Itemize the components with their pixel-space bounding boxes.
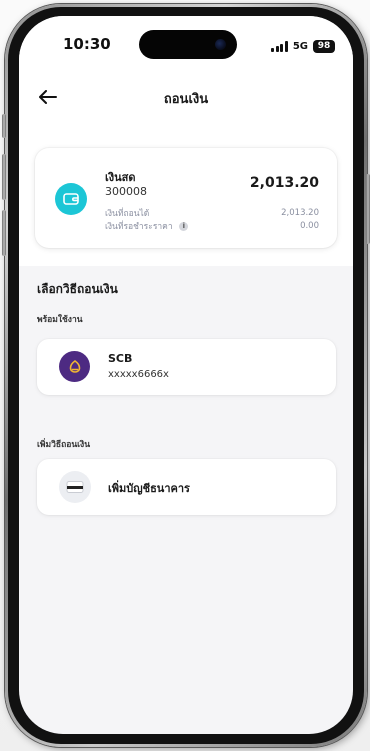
wallet-icon bbox=[55, 183, 87, 215]
withdrawable-value: 2,013.20 bbox=[281, 207, 319, 218]
pending-value: 0.00 bbox=[300, 220, 319, 231]
page-title: ถอนเงิน bbox=[163, 92, 209, 107]
phone-bezel: 10:30 5G 98 ถอนเงิน เงินสด 300008 2,013.… bbox=[8, 7, 364, 744]
silent-switch bbox=[2, 114, 6, 138]
info-icon[interactable]: i bbox=[179, 221, 189, 231]
account-name: เงินสด bbox=[105, 171, 136, 184]
dynamic-island bbox=[139, 30, 237, 59]
ready-label: พร้อมใช้งาน bbox=[37, 315, 83, 325]
volume-up-button bbox=[2, 154, 6, 200]
add-bank-label: เพิ่มบัญชีธนาคาร bbox=[108, 482, 190, 495]
add-bank-account-card[interactable]: เพิ่มบัญชีธนาคาร bbox=[37, 459, 336, 515]
withdrawable-label: เงินที่ถอนได้ bbox=[105, 208, 150, 219]
bank-account-number: xxxxx6666x bbox=[108, 369, 169, 380]
header-section: ถอนเงิน เงินสด 300008 2,013.20 เงินที่ถอ… bbox=[19, 68, 353, 266]
volume-down-button bbox=[2, 210, 6, 256]
battery-icon: 98 bbox=[313, 39, 335, 53]
status-bar: 10:30 5G 98 bbox=[19, 16, 353, 68]
scb-account-card[interactable]: SCB xxxxx6666x bbox=[37, 339, 336, 395]
scb-logo-icon bbox=[59, 351, 90, 382]
withdrawable-row: เงินที่ถอนได้ 2,013.20 bbox=[105, 206, 319, 219]
account-number: 300008 bbox=[105, 185, 147, 198]
camera-icon bbox=[215, 39, 226, 50]
network-label: 5G bbox=[292, 40, 308, 52]
power-button bbox=[366, 174, 370, 244]
add-method-label: เพิ่มวิธีถอนเงิน bbox=[37, 440, 91, 450]
status-indicators: 5G 98 bbox=[271, 39, 335, 53]
status-time: 10:30 bbox=[63, 35, 111, 53]
signal-icon bbox=[271, 40, 288, 52]
pending-label-wrap: เงินที่รอชำระราคา i bbox=[105, 219, 189, 233]
bank-name: SCB bbox=[108, 352, 133, 365]
balance-amount: 2,013.20 bbox=[249, 175, 319, 191]
balance-card: เงินสด 300008 2,013.20 เงินที่ถอนได้ 2,0… bbox=[35, 148, 337, 248]
pending-row: เงินที่รอชำระราคา i 0.00 bbox=[105, 219, 319, 232]
phone-frame: 10:30 5G 98 ถอนเงิน เงินสด 300008 2,013.… bbox=[2, 4, 370, 747]
methods-heading: เลือกวิธีถอนเงิน bbox=[37, 282, 118, 296]
bank-card-icon bbox=[59, 471, 91, 503]
pending-label: เงินที่รอชำระราคา bbox=[105, 221, 173, 232]
app-screen: 10:30 5G 98 ถอนเงิน เงินสด 300008 2,013.… bbox=[19, 16, 353, 734]
